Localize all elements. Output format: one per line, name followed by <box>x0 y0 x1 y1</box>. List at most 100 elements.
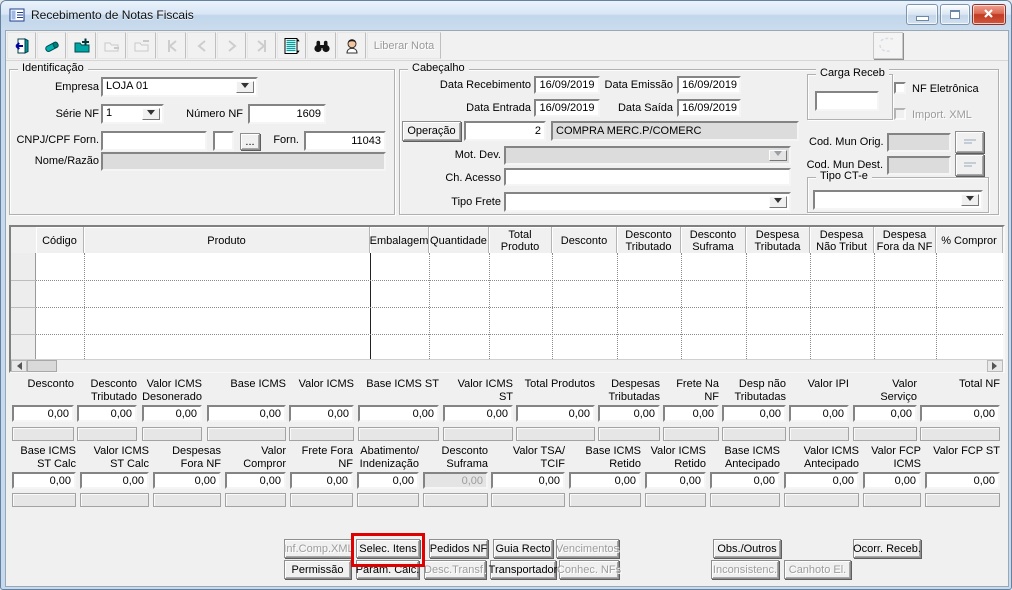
scroll-right-button[interactable] <box>987 360 1003 372</box>
grid-column-header[interactable]: Despesa Tributada <box>746 227 810 253</box>
scroll-left-button[interactable] <box>11 360 27 372</box>
user-button[interactable] <box>337 32 366 59</box>
totals-field[interactable]: 0,00 <box>925 472 1000 489</box>
totals-field[interactable]: 0,00 <box>358 405 439 422</box>
cnpj-digit-input[interactable] <box>213 131 234 151</box>
totals-field[interactable]: 0,00 <box>710 472 780 489</box>
totals-field[interactable]: 0,00 <box>598 405 660 422</box>
totals-field[interactable]: 0,00 <box>357 472 419 489</box>
totals-label: Valor ICMS Antecipado <box>803 445 859 470</box>
footer-button-ocorr-receb[interactable]: Ocorr. Receb. <box>853 539 921 558</box>
totals-field[interactable]: 0,00 <box>491 472 565 489</box>
liberar-nota-button[interactable]: Liberar Nota <box>367 32 441 59</box>
footer-button-transportador[interactable]: Transportador <box>489 560 557 579</box>
totals-field[interactable]: 0,00 <box>663 405 719 422</box>
carga-receb-input[interactable] <box>815 91 879 111</box>
empresa-combobox[interactable]: LOJA 01 <box>101 77 258 97</box>
chevron-down-icon[interactable] <box>142 108 160 120</box>
totals-field[interactable]: 0,00 <box>569 472 641 489</box>
last-record-button[interactable] <box>247 32 276 59</box>
totals-field[interactable]: 0,00 <box>142 405 202 422</box>
serie-nf-combobox[interactable]: 1 <box>101 104 164 124</box>
grid-column-header[interactable]: Despesa Fora da NF <box>874 227 936 253</box>
grid-column-header[interactable]: Total Produto <box>489 227 552 253</box>
import-xml-checkbox <box>894 108 906 120</box>
totals-field[interactable]: 0,00 <box>853 405 917 422</box>
maximize-button[interactable] <box>940 4 970 25</box>
data-recebimento-input[interactable]: 16/09/2019 <box>534 76 600 94</box>
edit-button[interactable] <box>37 32 66 59</box>
totals-field[interactable]: 0,00 <box>645 472 706 489</box>
exit-button[interactable] <box>7 32 36 59</box>
items-grid[interactable]: Código Produto Embalagem Quantidade Total Pr… <box>9 225 1005 373</box>
totals-field[interactable]: 0,00 <box>290 472 353 489</box>
grid-column-header[interactable]: Quantidade <box>429 227 489 253</box>
scrollbar-thumb[interactable] <box>27 360 57 372</box>
totals-field[interactable]: 0,00 <box>289 405 354 422</box>
totals-field[interactable]: 0,00 <box>863 472 921 489</box>
totals-field[interactable]: 0,00 <box>722 405 786 422</box>
post-button[interactable] <box>97 32 126 59</box>
footer-button-guia-recto[interactable]: Guia Recto <box>493 539 553 558</box>
chevron-down-icon[interactable] <box>236 81 254 93</box>
tipo-frete-combobox[interactable] <box>504 192 791 212</box>
fornecedor-lookup-button[interactable]: ... <box>240 133 260 150</box>
cod-mun-orig-lookup-button[interactable] <box>955 131 984 153</box>
totals-field[interactable]: 0,00 <box>207 405 286 422</box>
grid-horizontal-scrollbar[interactable] <box>11 359 1003 372</box>
totals-field[interactable]: 0,00 <box>12 405 74 422</box>
totals-field[interactable]: 0,00 <box>789 405 849 422</box>
grid-view-button[interactable] <box>277 32 306 59</box>
nav-prior-icon <box>193 37 211 55</box>
insert-button[interactable] <box>67 32 96 59</box>
cod-mun-dest-lookup-button[interactable] <box>955 154 984 176</box>
ch-acesso-input[interactable] <box>504 168 791 186</box>
grid-column-header[interactable]: Desconto <box>552 227 617 253</box>
close-button[interactable] <box>972 4 1006 25</box>
title-bar[interactable]: Recebimento de Notas Fiscais <box>1 1 1011 30</box>
totals-field[interactable]: 0,00 <box>12 472 76 489</box>
grid-column-header[interactable]: % Compror <box>936 227 1003 253</box>
first-record-button[interactable] <box>157 32 186 59</box>
totals-field[interactable]: 0,00 <box>784 472 859 489</box>
totals-field[interactable]: 0,00 <box>225 472 286 489</box>
chevron-down-icon[interactable] <box>769 196 787 208</box>
data-emissao-input[interactable]: 16/09/2019 <box>677 76 741 94</box>
folder-confirm-icon <box>103 37 121 55</box>
footer-button-param-calc[interactable]: Param. Calc. <box>356 560 419 579</box>
minimize-button[interactable] <box>906 4 938 25</box>
tipo-cte-combobox[interactable] <box>813 190 983 210</box>
grid-column-header[interactable]: Despesa Não Tribut <box>810 227 874 253</box>
grid-column-header[interactable]: Código <box>36 227 84 253</box>
next-record-button[interactable] <box>217 32 246 59</box>
totals-label: Base ICMS Antecipado <box>724 445 780 470</box>
aux-toolbar-button[interactable] <box>873 32 903 59</box>
grid-column-header[interactable]: Embalagem <box>370 227 429 253</box>
totals-field[interactable]: 0,00 <box>443 405 513 422</box>
numero-nf-input[interactable]: 1609 <box>248 104 326 124</box>
cnpj-cpf-input[interactable] <box>101 131 207 151</box>
grid-column-header[interactable]: Desconto Tributado <box>617 227 681 253</box>
operacao-codigo-input[interactable]: 2 <box>464 121 546 141</box>
operacao-button[interactable]: Operação <box>402 121 461 141</box>
cancel-button[interactable] <box>127 32 156 59</box>
search-button[interactable] <box>307 32 336 59</box>
totals-field[interactable]: 0,00 <box>153 472 221 489</box>
totals-field[interactable]: 0,00 <box>920 405 1000 422</box>
prior-record-button[interactable] <box>187 32 216 59</box>
footer-button-obs-outros[interactable]: Obs./Outros <box>713 539 781 558</box>
grid-column-header[interactable]: Desconto Suframa <box>681 227 746 253</box>
footer-button-selec-itens[interactable]: Selec. Itens <box>356 539 420 558</box>
chevron-down-icon[interactable] <box>961 194 979 206</box>
grid-column-header[interactable]: Produto <box>84 227 370 253</box>
data-saida-input[interactable]: 16/09/2019 <box>677 99 741 117</box>
totals-field[interactable]: 0,00 <box>77 405 137 422</box>
totals-field[interactable]: 0,00 <box>80 472 149 489</box>
nf-eletronica-checkbox[interactable] <box>894 82 906 94</box>
footer-button-permiss-o[interactable]: Permissão <box>284 560 351 579</box>
forn-input[interactable]: 11043 <box>304 131 386 151</box>
grid-body[interactable] <box>11 253 1003 359</box>
footer-button-pedidos-nf[interactable]: Pedidos NF <box>429 539 488 558</box>
totals-field[interactable]: 0,00 <box>516 405 595 422</box>
data-entrada-input[interactable]: 16/09/2019 <box>534 99 600 117</box>
